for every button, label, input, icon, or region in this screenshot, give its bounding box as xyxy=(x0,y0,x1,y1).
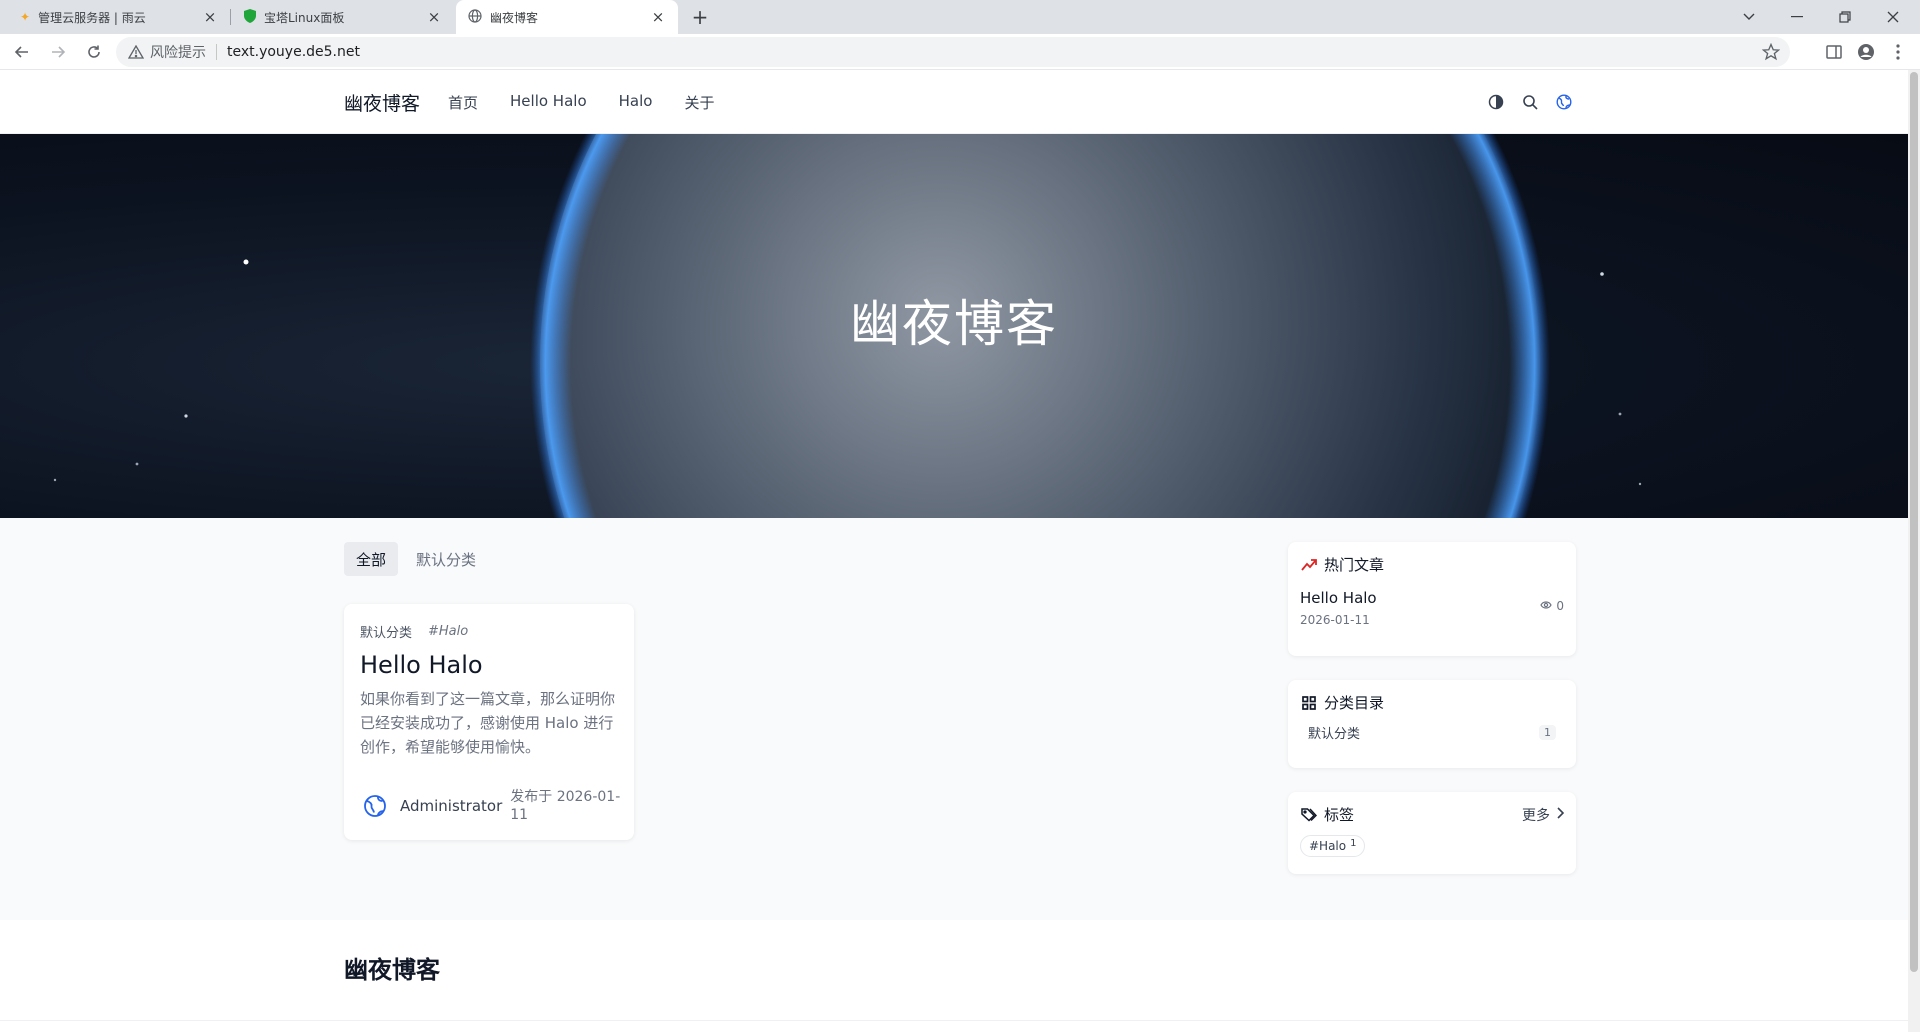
footer-divider xyxy=(0,1020,1908,1021)
post-author[interactable]: Administrator xyxy=(400,797,502,815)
scrollbar-thumb[interactable] xyxy=(1910,72,1918,972)
hero-title: 幽夜博客 xyxy=(850,295,1058,353)
tag-chip-label[interactable]: #Halo xyxy=(1309,839,1346,853)
language-globe-icon[interactable] xyxy=(1554,92,1574,112)
widget-categories-header: 分类目录 xyxy=(1300,692,1564,713)
widget-categories-title: 分类目录 xyxy=(1324,694,1385,712)
browser-tab-baota[interactable]: 宝塔Linux面板 × xyxy=(232,0,454,34)
author-avatar-icon[interactable] xyxy=(360,791,390,821)
rain-cloud-favicon-icon: ✦ xyxy=(20,10,31,24)
widget-hot-posts-header: 热门文章 xyxy=(1300,554,1564,575)
nav-item-hello-halo[interactable]: Hello Halo xyxy=(510,92,587,113)
widget-tags-header: 标签 更多 xyxy=(1300,804,1565,825)
new-tab-button[interactable]: + xyxy=(688,5,712,29)
hot-post-item[interactable]: Hello Halo 2026-01-11 0 xyxy=(1300,589,1564,627)
address-divider xyxy=(216,44,217,60)
site-nav: 首页 Hello Halo Halo 关于 xyxy=(448,92,714,113)
forward-button[interactable] xyxy=(44,38,72,66)
browser-tab-rainyun[interactable]: ✦ 管理云服务器 | 雨云 × xyxy=(8,0,230,34)
back-button[interactable] xyxy=(8,38,36,66)
tab-separator xyxy=(230,9,231,25)
category-tabs: 全部 默认分类 xyxy=(344,542,488,576)
minimize-button[interactable] xyxy=(1774,0,1820,34)
url-text[interactable]: text.youye.de5.net xyxy=(227,44,360,60)
hot-post-date: 2026-01-11 xyxy=(1300,613,1370,627)
chevron-right-icon[interactable] xyxy=(1556,806,1565,823)
warning-triangle-icon[interactable] xyxy=(128,45,144,59)
site-footer: 幽夜博客 xyxy=(0,920,1908,1032)
page-scrollbar[interactable] xyxy=(1908,70,1920,1032)
widget-hot-posts: 热门文章 Hello Halo 2026-01-11 0 xyxy=(1288,542,1576,656)
close-icon[interactable]: × xyxy=(426,9,442,25)
hot-post-title[interactable]: Hello Halo xyxy=(1300,589,1564,607)
restore-button[interactable] xyxy=(1822,0,1868,34)
tag-chip-count: 1 xyxy=(1350,838,1357,849)
grid-icon xyxy=(1300,694,1318,712)
page-viewport: 幽夜博客 首页 Hello Halo Halo 关于 幽夜博客 全部 默认分类 … xyxy=(0,70,1908,1032)
tag-chip-halo[interactable]: #Halo 1 xyxy=(1300,835,1366,857)
browser-tab-youye[interactable]: 幽夜博客 × xyxy=(456,0,678,34)
widget-tags: 标签 更多 #Halo 1 xyxy=(1288,792,1576,874)
tags-more-label[interactable]: 更多 xyxy=(1522,805,1550,825)
post-publish-date: 发布于 2026-01-11 xyxy=(510,789,621,823)
address-bar[interactable]: 风险提示 text.youye.de5.net xyxy=(116,37,1790,67)
post-excerpt: 如果你看到了这一篇文章，那么证明你已经安装成功了，感谢使用 Halo 进行创作，… xyxy=(360,690,616,756)
post-footer: Administrator 发布于 2026-01-11 xyxy=(360,788,630,824)
tag-icon xyxy=(1300,806,1318,824)
globe-favicon-icon xyxy=(468,8,482,26)
footer-title: 幽夜博客 xyxy=(344,956,440,984)
tab-all[interactable]: 全部 xyxy=(344,542,399,576)
close-window-button[interactable] xyxy=(1870,0,1916,34)
view-count: 0 xyxy=(1556,599,1564,613)
hot-post-views: 0 xyxy=(1540,599,1564,613)
main-content: 全部 默认分类 默认分类 #Halo Hello Halo 如果你看到了这一篇文… xyxy=(0,518,1908,920)
risk-warning-label[interactable]: 风险提示 xyxy=(150,42,206,62)
tags-more-link[interactable]: 更多 xyxy=(1522,805,1565,825)
close-icon[interactable]: × xyxy=(650,9,666,25)
tab-default-category[interactable]: 默认分类 xyxy=(404,542,488,576)
close-icon[interactable]: × xyxy=(202,9,218,25)
post-category[interactable]: 默认分类 xyxy=(360,622,412,641)
widget-categories: 分类目录 默认分类 1 xyxy=(1288,680,1576,768)
nav-item-home[interactable]: 首页 xyxy=(448,92,478,113)
shield-favicon-icon xyxy=(244,8,256,26)
reload-button[interactable] xyxy=(80,38,108,66)
nav-item-halo[interactable]: Halo xyxy=(619,92,653,113)
widget-tags-title: 标签 xyxy=(1324,806,1355,824)
bookmark-star-icon[interactable] xyxy=(1761,42,1781,65)
browser-tab-bar: ✦ 管理云服务器 | 雨云 × 宝塔Linux面板 × 幽夜博客 × + xyxy=(0,0,1920,34)
browser-menu-icon[interactable] xyxy=(1886,40,1910,64)
category-count: 1 xyxy=(1539,725,1556,740)
hero-banner: 幽夜博客 xyxy=(0,134,1908,518)
nav-item-about[interactable]: 关于 xyxy=(684,92,714,113)
post-title[interactable]: Hello Halo xyxy=(360,651,618,679)
site-logo[interactable]: 幽夜博客 xyxy=(344,89,420,116)
post-meta: 默认分类 #Halo xyxy=(360,622,618,641)
post-card[interactable]: 默认分类 #Halo Hello Halo 如果你看到了这一篇文章，那么证明你已… xyxy=(344,604,634,840)
search-icon[interactable] xyxy=(1520,92,1540,112)
trending-icon xyxy=(1300,556,1318,574)
category-item[interactable]: 默认分类 1 xyxy=(1300,723,1564,742)
post-tag[interactable]: #Halo xyxy=(428,624,468,639)
browser-toolbar: 风险提示 text.youye.de5.net xyxy=(0,34,1920,70)
theme-toggle-icon[interactable] xyxy=(1486,92,1506,112)
site-header: 幽夜博客 首页 Hello Halo Halo 关于 xyxy=(0,70,1908,134)
profile-avatar-icon[interactable] xyxy=(1854,40,1878,64)
tab-search-icon[interactable] xyxy=(1726,0,1772,34)
eye-icon xyxy=(1540,599,1553,613)
category-name[interactable]: 默认分类 xyxy=(1308,723,1360,742)
widget-hot-posts-title: 热门文章 xyxy=(1324,556,1385,574)
side-panel-icon[interactable] xyxy=(1822,40,1846,64)
